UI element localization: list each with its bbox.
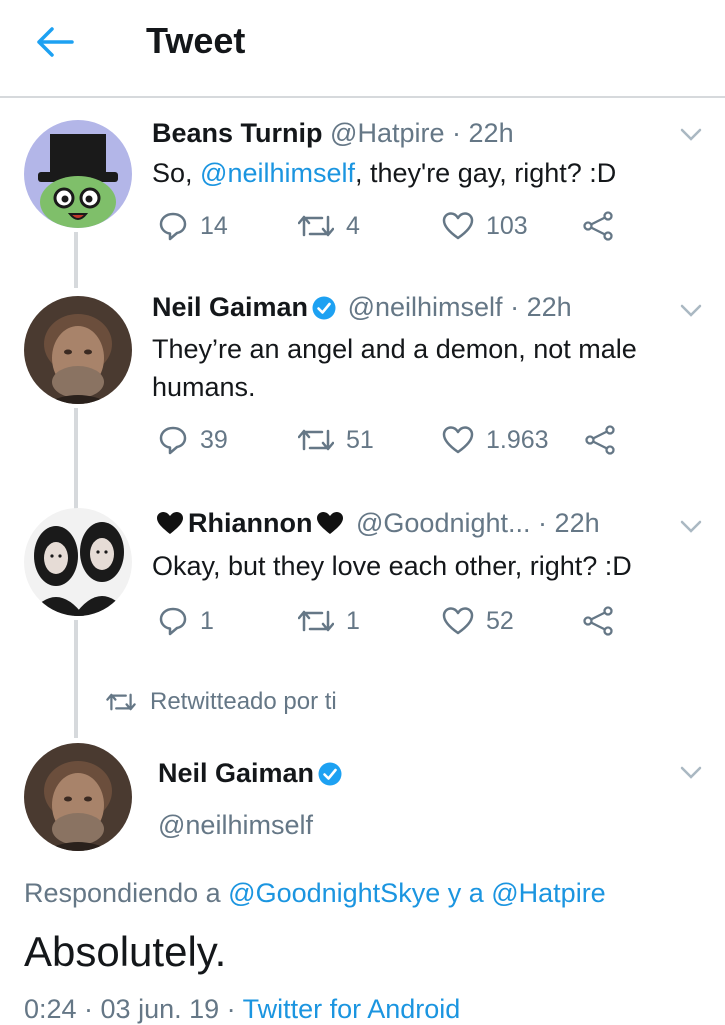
retweet-icon	[298, 429, 334, 451]
display-name[interactable]: Neil Gaiman	[152, 292, 308, 322]
avatar[interactable]	[24, 743, 132, 851]
retweet-count: 1	[346, 606, 360, 635]
share-button[interactable]	[584, 425, 616, 455]
replying-to: Respondiendo a @GoodnightSkye y a @Hatpi…	[24, 878, 606, 909]
user-handle[interactable]: @Goodnight...	[356, 508, 531, 538]
avatar[interactable]	[24, 120, 132, 228]
tweet-text: They’re an angel and a demon, not male h…	[152, 334, 637, 402]
chevron-down-icon[interactable]	[680, 304, 702, 318]
retweet-button[interactable]: 51	[298, 425, 374, 455]
reply-button[interactable]: 14	[158, 211, 228, 241]
reply-count: 1	[200, 606, 214, 635]
chevron-down-icon[interactable]	[680, 128, 702, 142]
retweet-count: 4	[346, 211, 360, 240]
timestamp[interactable]: 22h	[555, 508, 600, 538]
reply-icon	[159, 607, 187, 636]
verified-icon	[318, 762, 342, 786]
separator-dot: ·	[510, 292, 520, 322]
replying-and: y a	[440, 878, 492, 908]
reply-icon	[159, 426, 187, 455]
like-count: 1.963	[486, 425, 549, 454]
separator-dot: ·	[452, 118, 462, 148]
share-icon	[583, 606, 613, 636]
timestamp[interactable]: 22h	[527, 292, 572, 322]
tweet-meta: 0:24 · 03 jun. 19 · Twitter for Android	[24, 994, 460, 1025]
separator-dot: ·	[538, 508, 548, 538]
tweet-text: So, @neilhimself, they're gay, right? :D	[152, 154, 697, 192]
mention-link[interactable]: @Hatpire	[491, 878, 605, 908]
tweet-actions: 14 4 103	[152, 211, 712, 251]
reply-button[interactable]: 39	[158, 425, 228, 455]
tweet-datetime: 0:24 · 03 jun. 19 ·	[24, 994, 243, 1024]
retweet-button[interactable]: 1	[298, 606, 360, 636]
display-name[interactable]: Rhiannon	[188, 508, 312, 538]
retweeted-by: Retwitteado por ti	[106, 688, 337, 716]
user-handle[interactable]: @Hatpire	[330, 118, 444, 148]
like-button[interactable]: 1.963	[442, 425, 549, 455]
tweet-header: Beans Turnip @Hatpire · 22h	[152, 118, 514, 149]
tweet-actions: 39 51 1.963	[152, 425, 712, 465]
user-handle[interactable]: @neilhimself	[158, 810, 313, 841]
like-button[interactable]: 103	[442, 211, 528, 241]
share-button[interactable]	[582, 606, 614, 636]
chevron-down-icon[interactable]	[680, 766, 702, 780]
tweet-header: Neil Gaiman @neilhimself · 22h	[152, 292, 572, 323]
user-handle[interactable]: @neilhimself	[348, 292, 503, 322]
retweet-count: 51	[346, 425, 374, 454]
avatar[interactable]	[24, 296, 132, 404]
page-title: Tweet	[146, 20, 246, 61]
retweet-button[interactable]: 4	[298, 211, 360, 241]
mention-link[interactable]: @GoodnightSkye	[228, 878, 440, 908]
like-icon	[442, 607, 474, 635]
reply-count: 14	[200, 211, 228, 240]
main-tweet-author[interactable]: Neil Gaiman	[158, 758, 346, 789]
back-arrow-icon[interactable]	[34, 26, 74, 58]
reply-icon	[159, 212, 187, 241]
chevron-down-icon[interactable]	[680, 520, 702, 534]
display-name: Neil Gaiman	[158, 758, 315, 788]
thread-line	[74, 408, 78, 510]
black-heart-icon	[157, 512, 183, 534]
avatar[interactable]	[24, 508, 132, 616]
mention-link[interactable]: @neilhimself	[200, 158, 355, 188]
retweet-icon	[106, 693, 136, 711]
black-heart-icon	[317, 512, 344, 534]
verified-icon	[312, 296, 336, 320]
display-name[interactable]: Beans Turnip	[152, 118, 323, 148]
like-button[interactable]: 52	[442, 606, 514, 636]
replying-prefix: Respondiendo a	[24, 878, 229, 908]
retweet-icon	[298, 215, 334, 237]
tweet-source[interactable]: Twitter for Android	[243, 994, 461, 1024]
main-tweet-text: Absolutely.	[24, 928, 227, 975]
reply-button[interactable]: 1	[158, 606, 214, 636]
thread-line	[74, 232, 78, 288]
top-bar: Tweet	[0, 0, 725, 98]
share-button[interactable]	[582, 211, 614, 241]
share-icon	[583, 211, 613, 241]
timestamp[interactable]: 22h	[469, 118, 514, 148]
retweeted-by-label: Retwitteado por ti	[150, 688, 337, 715]
tweet-header: Rhiannon @Goodnight... · 22h	[152, 508, 600, 539]
like-icon	[442, 426, 474, 454]
reply-count: 39	[200, 425, 228, 454]
tweet-text-prefix: So,	[152, 158, 201, 188]
share-icon	[585, 425, 615, 455]
thread-line	[74, 620, 78, 738]
like-count: 103	[486, 211, 528, 240]
tweet-actions: 1 1 52	[152, 606, 712, 646]
like-icon	[442, 212, 474, 240]
like-count: 52	[486, 606, 514, 635]
tweet-text-suffix: , they're gay, right? :D	[355, 158, 617, 188]
tweet-text: Okay, but they love each other, right? :…	[152, 551, 632, 581]
retweet-icon	[298, 610, 334, 632]
